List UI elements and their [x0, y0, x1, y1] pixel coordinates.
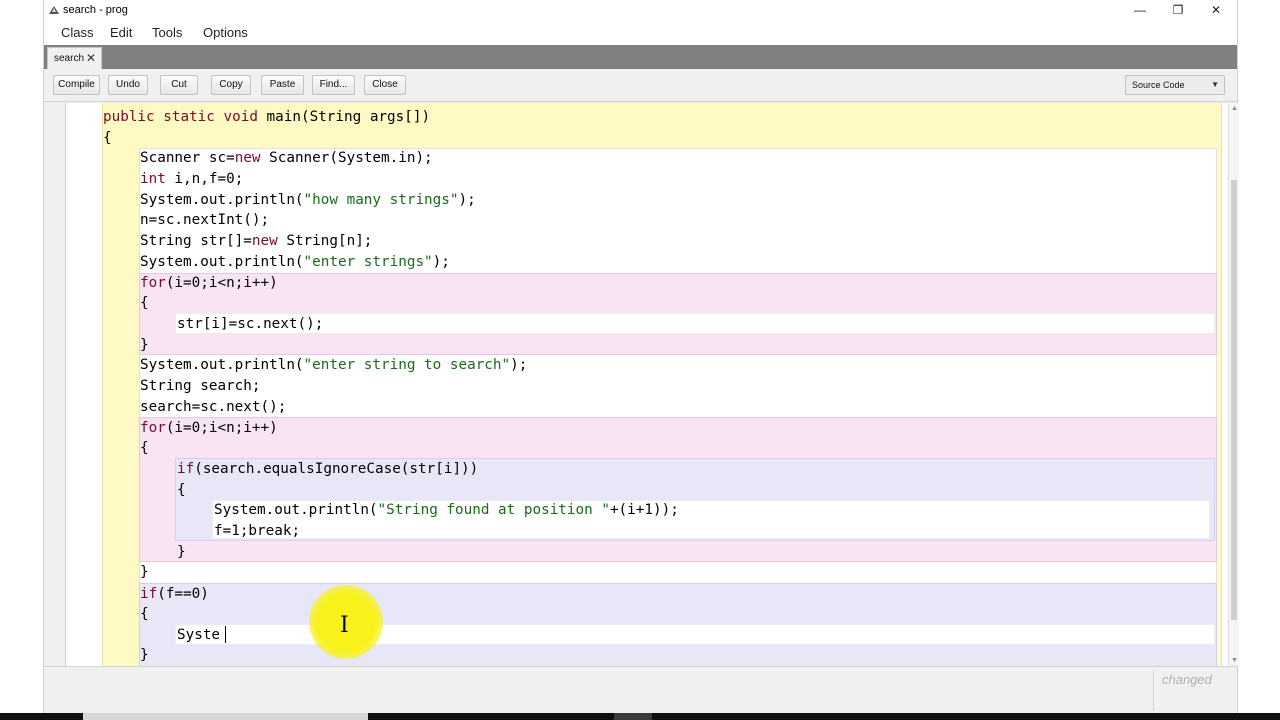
code-line: } [177, 544, 186, 560]
code-text: ); [432, 254, 450, 270]
code-keyword: if [177, 461, 195, 477]
chevron-down-icon: ▼ [1211, 80, 1219, 89]
code-text: System.out.println( [140, 192, 304, 208]
menu-class[interactable]: Class [61, 25, 94, 40]
code-text: Scanner(System.in); [260, 150, 433, 166]
code-line: String str[]=new String[n]; [140, 231, 372, 251]
for-loop-body-scope [175, 313, 1215, 334]
code-line: public static void main(String args[]) [103, 107, 430, 127]
ibeam-cursor-icon: I [340, 613, 349, 638]
code-text: System.out.println( [140, 254, 304, 270]
bluej-editor-window: search - prog — ❐ ✕ Class Edit Tools Opt… [43, 0, 1239, 713]
menu-edit[interactable]: Edit [110, 25, 132, 40]
taskbar-app[interactable] [614, 713, 652, 720]
tab-label: search [54, 53, 85, 64]
code-editor[interactable]: public static void main(String args[]) {… [44, 103, 1228, 666]
view-selector-value: Source Code [1132, 80, 1185, 90]
code-line: } [140, 337, 149, 353]
tab-close-icon[interactable]: ✕ [86, 51, 96, 65]
bluej-app-icon [49, 6, 59, 14]
code-line: { [103, 130, 112, 146]
menu-bar: Class Edit Tools Options [44, 20, 1237, 45]
code-keyword: public static void [103, 109, 258, 125]
code-line: { [140, 295, 149, 311]
code-keyword: new [251, 233, 278, 249]
code-text: i,n,f=0; [165, 171, 244, 187]
code-text: String str[]= [140, 233, 252, 249]
toolbar: Compile Undo Cut Copy Paste Find... Clos… [44, 69, 1237, 102]
code-line: if(search.equalsIgnoreCase(str[i])) [177, 459, 478, 479]
code-line: { [140, 440, 149, 456]
code-keyword: new [234, 150, 261, 166]
code-text: String[n]; [277, 233, 373, 249]
code-text: +(i+1)); [609, 502, 679, 518]
code-text: (i=0;i<n;i++) [165, 275, 278, 291]
code-line: str[i]=sc.next(); [177, 316, 324, 332]
close-window-button[interactable]: ✕ [1197, 0, 1235, 20]
code-text: System.out.println( [214, 502, 378, 518]
code-line: System.out.println("how many strings"); [140, 190, 476, 210]
maximize-button[interactable]: ❐ [1159, 0, 1197, 20]
undo-button[interactable]: Undo [108, 75, 148, 95]
status-divider [1153, 671, 1154, 711]
code-keyword: for [140, 275, 166, 291]
code-line: Scanner sc=new Scanner(System.in); [140, 148, 433, 168]
find-button[interactable]: Find... [312, 75, 355, 95]
code-keyword: for [140, 420, 166, 436]
code-text: System.out.println( [140, 357, 304, 373]
paste-button[interactable]: Paste [261, 75, 304, 95]
vertical-scrollbar[interactable]: ▲ ▼ [1228, 103, 1239, 666]
code-line: for(i=0;i<n;i++) [140, 273, 278, 293]
code-text: (i=0;i<n;i++) [165, 420, 278, 436]
menu-tools[interactable]: Tools [152, 25, 182, 40]
window-title: search - prog [63, 4, 128, 16]
code-line: { [177, 482, 186, 498]
code-line: n=sc.nextInt(); [140, 212, 270, 228]
code-string: "enter strings" [303, 254, 433, 270]
copy-button[interactable]: Copy [211, 75, 251, 95]
code-line: } [140, 647, 149, 663]
code-keyword: int [140, 171, 166, 187]
compile-button[interactable]: Compile [53, 75, 100, 95]
tab-search[interactable]: search ✕ [47, 47, 102, 69]
code-line: for(i=0;i<n;i++) [140, 418, 278, 438]
menu-options[interactable]: Options [203, 25, 248, 40]
code-keyword: if [140, 586, 158, 602]
code-text: main(String args[]) [257, 109, 431, 125]
title-bar: search - prog — ❐ ✕ [44, 0, 1237, 20]
close-button[interactable]: Close [364, 75, 406, 95]
scroll-thumb[interactable] [1231, 180, 1237, 620]
code-text: ); [510, 357, 528, 373]
view-selector[interactable]: Source Code ▼ [1125, 75, 1225, 95]
code-line: f=1;break; [214, 523, 301, 539]
taskbar [0, 713, 1280, 720]
code-text: Scanner sc= [140, 150, 235, 166]
code-text: ); [458, 192, 476, 208]
text-caret [225, 626, 226, 643]
code-line: search=sc.next(); [140, 399, 287, 415]
code-line: } [140, 564, 149, 580]
code-line: System.out.println("enter string to sear… [140, 355, 527, 375]
code-line: int i,n,f=0; [140, 169, 243, 189]
cut-button[interactable]: Cut [160, 75, 198, 95]
code-string: "how many strings" [303, 192, 459, 208]
code-line: { [140, 606, 149, 622]
status-bar: changed [44, 666, 1237, 713]
minimize-button[interactable]: — [1121, 0, 1159, 20]
scroll-down-icon[interactable]: ▼ [1230, 657, 1239, 664]
code-line: System.out.println("String found at posi… [214, 500, 679, 520]
code-line: Syste [177, 627, 221, 643]
code-line: String search; [140, 378, 261, 394]
code-string: "String found at position " [377, 502, 610, 518]
code-line: System.out.println("enter strings"); [140, 252, 450, 272]
changed-status: changed [1162, 672, 1212, 687]
taskbar-search[interactable] [83, 713, 368, 720]
tab-strip: search ✕ [44, 45, 1237, 69]
code-text: (search.equalsIgnoreCase(str[i])) [194, 461, 479, 477]
code-string: "enter string to search" [303, 357, 511, 373]
scroll-up-icon[interactable]: ▲ [1230, 105, 1239, 112]
code-text: (f==0) [157, 586, 209, 602]
code-line: if(f==0) [140, 584, 209, 604]
line-gutter [44, 103, 66, 666]
